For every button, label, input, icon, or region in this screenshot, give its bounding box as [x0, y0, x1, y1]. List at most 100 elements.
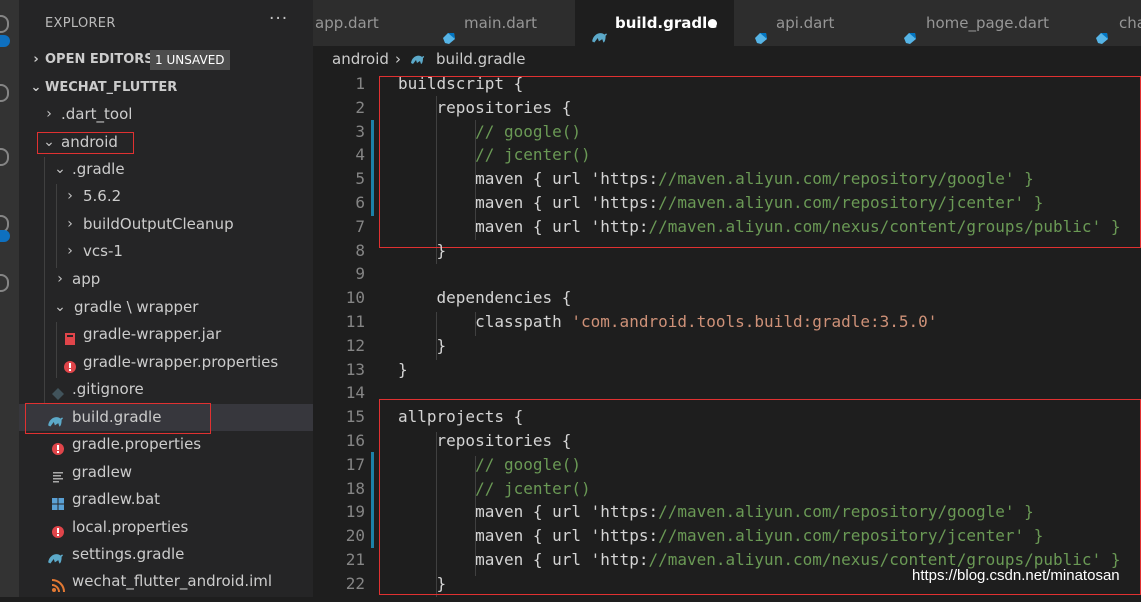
- code-line[interactable]: 12 }: [313, 334, 1141, 358]
- code-text: allprojects {: [398, 407, 524, 427]
- tree-item[interactable]: gradle-wrapper.jar: [19, 321, 313, 348]
- code-line[interactable]: 18 // jcenter(): [313, 477, 1141, 501]
- chevron-down-icon: ⌄: [43, 134, 55, 150]
- code-editor[interactable]: 1 buildscript { 2 repositories {3 // googl…: [313, 72, 1141, 597]
- tab-home_page-dart[interactable]: home_page.dart: [885, 0, 1078, 46]
- line-number: 15: [345, 407, 365, 427]
- notification-badge: [0, 35, 10, 47]
- line-number: 1: [355, 74, 365, 93]
- code-text: maven { url 'https://maven.aliyun.com/re…: [398, 502, 1034, 522]
- code-line[interactable]: 9: [313, 262, 1141, 286]
- tree-item[interactable]: ⌄ .gradle: [19, 156, 313, 183]
- tab-label: api.dart: [776, 14, 835, 32]
- jar-icon: [63, 328, 77, 345]
- tree-item-label: settings.gradle: [72, 545, 185, 563]
- tree-item[interactable]: ⌄ gradle \ wrapper: [19, 294, 313, 321]
- explorer-header: EXPLORER: [45, 16, 116, 31]
- line-number: 16: [345, 431, 365, 450]
- line-number: 13: [345, 359, 365, 379]
- open-editors-section[interactable]: › OPEN EDITORS 1 UNSAVED: [19, 48, 313, 72]
- chevron-down-icon: ⌄: [54, 161, 66, 177]
- code-line[interactable]: 7 maven { url 'http://maven.aliyun.com/n…: [313, 215, 1141, 239]
- code-text: buildscript {: [398, 74, 524, 93]
- tree-item[interactable]: › .dart_tool: [19, 101, 313, 128]
- tree-item[interactable]: gradle-wrapper.properties: [19, 349, 313, 376]
- code-line[interactable]: 20 maven { url 'https://maven.aliyun.com…: [313, 524, 1141, 548]
- breadcrumb-folder[interactable]: android: [332, 46, 389, 72]
- tab-label: home_page.dart: [926, 14, 1050, 32]
- code-text: // jcenter(): [475, 478, 591, 498]
- notification-badge-2: [0, 230, 10, 242]
- code-line[interactable]: 4 // jcenter(): [313, 143, 1141, 167]
- tree-item[interactable]: gradlew: [19, 459, 313, 486]
- tree-item[interactable]: .gitignore: [19, 376, 313, 403]
- code-line[interactable]: 19 maven { url 'https://maven.aliyun.com…: [313, 500, 1141, 524]
- code-text: maven { url 'https://maven.aliyun.com/re…: [398, 169, 1034, 189]
- line-number: 7: [355, 216, 365, 236]
- tab-app-dart[interactable]: app.dart: [313, 0, 425, 46]
- breadcrumb: android › build.gradle: [313, 46, 1141, 72]
- code-line[interactable]: 11 classpath 'com.android.tools.build:gr…: [313, 310, 1141, 334]
- chevron-right-icon: ›: [57, 271, 63, 287]
- editor-tabs: app.dart main.dart build.gradle api.dart hom…: [313, 0, 1141, 46]
- code-text: // jcenter(): [475, 145, 591, 165]
- code-line[interactable]: 1 buildscript {: [313, 72, 1141, 96]
- tree-item[interactable]: local.properties: [19, 514, 313, 541]
- tab-build-gradle[interactable]: build.gradle: [575, 0, 735, 46]
- explorer-sidebar: EXPLORER ··· › OPEN EDITORS 1 UNSAVED ⌄ …: [19, 0, 313, 597]
- code-line[interactable]: 3 // google(): [313, 120, 1141, 144]
- tree-item[interactable]: gradlew.bat: [19, 486, 313, 513]
- tree-item-label: gradle-wrapper.jar: [83, 325, 222, 343]
- properties-icon: [51, 521, 65, 538]
- code-line[interactable]: 6 maven { url 'https://maven.aliyun.com/…: [313, 191, 1141, 215]
- code-line[interactable]: 8 }: [313, 239, 1141, 263]
- tree-item-label: gradle.properties: [72, 435, 202, 453]
- breadcrumb-file[interactable]: build.gradle: [436, 46, 525, 72]
- chevron-down-icon: ⌄: [54, 299, 66, 315]
- tab-api-dart[interactable]: api.dart: [734, 0, 886, 46]
- extensions-icon[interactable]: [0, 274, 9, 292]
- files-icon[interactable]: [0, 15, 9, 33]
- tree-item[interactable]: › vcs-1: [19, 238, 313, 265]
- tab-main-dart[interactable]: main.dart: [424, 0, 576, 46]
- code-text: // google(): [475, 454, 582, 474]
- source-control-icon[interactable]: [0, 148, 9, 166]
- code-line[interactable]: 2 repositories {: [313, 96, 1141, 120]
- code-text: }: [398, 573, 447, 593]
- code-line[interactable]: 14: [313, 381, 1141, 405]
- more-actions-icon[interactable]: ···: [269, 9, 288, 29]
- code-line[interactable]: 17 // google(): [313, 453, 1141, 477]
- line-number: 14: [345, 383, 365, 403]
- tab-cha[interactable]: cha: [1077, 0, 1141, 46]
- code-text: }: [398, 240, 447, 260]
- code-line[interactable]: 5 maven { url 'https://maven.aliyun.com/…: [313, 167, 1141, 191]
- line-number: 8: [355, 240, 365, 260]
- tree-item[interactable]: ⌄ android: [19, 129, 313, 156]
- gradle-icon: [591, 17, 609, 43]
- unsaved-dot-icon[interactable]: [708, 19, 717, 28]
- dart-icon: [442, 17, 456, 44]
- project-section[interactable]: ⌄ WECHAT_FLUTTER: [19, 76, 313, 100]
- tree-item[interactable]: › app: [19, 266, 313, 293]
- tree-item[interactable]: gradle.properties: [19, 431, 313, 458]
- tree-item[interactable]: wechat_flutter_android.iml: [19, 568, 313, 595]
- properties-icon: [63, 356, 77, 373]
- tree-item[interactable]: settings.gradle: [19, 541, 313, 568]
- code-line[interactable]: 10 dependencies {: [313, 286, 1141, 310]
- code-line[interactable]: 16 repositories {: [313, 429, 1141, 453]
- line-number: 6: [355, 193, 365, 212]
- code-line[interactable]: 15 allprojects {: [313, 405, 1141, 429]
- code-text: classpath 'com.android.tools.build:gradl…: [398, 312, 938, 331]
- tree-item[interactable]: build.gradle: [19, 404, 313, 431]
- chevron-down-icon: ⌄: [30, 80, 42, 95]
- tree-item-label: gradle \ wrapper: [74, 298, 199, 316]
- code-line[interactable]: 13}: [313, 358, 1141, 382]
- search-icon[interactable]: [0, 84, 9, 102]
- code-text: maven { url 'https://maven.aliyun.com/re…: [398, 526, 1044, 546]
- tree-item[interactable]: › buildOutputCleanup: [19, 211, 313, 238]
- activity-bar: [0, 0, 19, 597]
- project-label: WECHAT_FLUTTER: [45, 80, 178, 95]
- code-text: }: [398, 335, 447, 355]
- dart-icon: [903, 17, 917, 44]
- tree-item[interactable]: › 5.6.2: [19, 183, 313, 210]
